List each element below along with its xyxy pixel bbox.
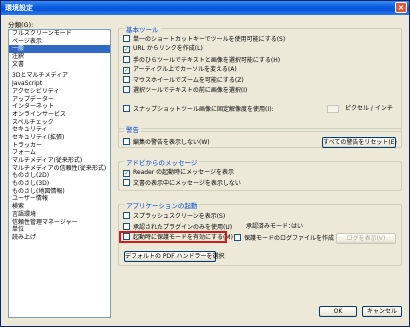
checkbox-icon[interactable] [123,179,130,186]
checkbox-icon[interactable] [123,223,130,230]
option-checkbox[interactable]: 承認されたプラグインのみを使用(U) [123,223,232,231]
category-item[interactable]: セキュリティ(拡張) [9,134,110,142]
category-item[interactable]: 注釈 [9,53,110,61]
option-label: アーティクル上でカーソルを変える(A) [133,66,237,73]
checkmark-icon[interactable]: ✓ [123,170,130,177]
approved-mode-value: はい [291,223,304,230]
category-item[interactable]: 言語環境 [9,211,110,219]
checkbox-icon[interactable] [123,105,130,112]
option-checkbox[interactable]: ✓ Reader の起動時にメッセージを表示 [123,169,234,177]
category-item[interactable]: 3Dとマルチメディア [9,72,110,80]
title-bar: 環境設定 × [1,1,409,15]
option-checkbox[interactable]: 文書の表示中にメッセージを表示しない [123,179,241,187]
category-item[interactable]: 信頼性管理マネージャー [9,219,110,227]
ok-button[interactable]: OK [319,306,357,317]
checkmark-icon[interactable]: ✓ [123,67,130,74]
messages-title: アドビからのメッセージ [124,157,200,167]
default-pdf-handler-button[interactable]: デフォルトの PDF ハンドラーを選択 [124,251,225,262]
checkbox-icon[interactable] [123,86,130,93]
option-label: Reader の起動時にメッセージを表示 [133,169,235,176]
category-item[interactable]: 検索 [9,203,110,211]
app-startup-title: アプリケーションの起動 [124,200,200,210]
category-item[interactable]: 一般 [9,45,110,54]
resolution-unit: ピクセル / インチ [345,105,393,112]
option-checkbox[interactable]: マウスホイールでズームを可能にする(Z) [123,76,244,84]
option-label: 単一のショートカットキーでツールを使用可能にする(S) [133,36,286,43]
checkbox-icon[interactable] [123,35,130,42]
checkbox-icon[interactable] [123,56,130,63]
resolution-input[interactable] [327,105,339,113]
category-item[interactable]: マルチメディア(従来形式) [9,157,110,165]
checkbox-icon[interactable] [123,212,130,219]
category-item[interactable]: アクセシビリティ [9,88,110,96]
approved-mode-label: 承認済みモード： [246,223,295,230]
category-item[interactable]: 単位 [9,226,110,234]
option-checkbox[interactable]: 選択ツールでテキストの前に画像を選択(I) [123,86,247,94]
basic-tools-title: 基本ツール [124,24,161,34]
option-checkbox[interactable]: 単一のショートカットキーでツールを使用可能にする(S) [123,35,285,43]
option-checkbox[interactable]: ✓ アーティクル上でカーソルを変える(A) [123,66,237,74]
option-label: スプラッシュスクリーンを表示(S) [133,213,226,220]
option-label: スナップショットツール画像に固定解像度を使用(I): [133,106,274,113]
preferences-window: 環境設定 × 分類(G): フルスクリーンモード ページ表示 一般 注釈 文書 3Dとマル… [0,0,410,327]
category-item[interactable]: フルスクリーンモード [9,30,110,38]
categories-list[interactable]: フルスクリーンモード ページ表示 一般 注釈 文書 3Dとマルチメディア JavaScrip… [8,29,111,318]
category-item[interactable]: JavaScript [9,80,110,88]
category-item[interactable]: フォーム [9,149,110,157]
option-checkbox[interactable]: 編集の警告を表示しない(W) [123,138,210,146]
option-label: 選択ツールでテキストの前に画像を選択(I) [133,87,248,94]
option-label: 承認されたプラグインのみを使用(U) [133,224,233,231]
checkbox-icon[interactable] [123,138,130,145]
category-item[interactable]: ユーザー情報 [9,195,110,203]
option-label: 編集の警告を表示しない(W) [133,139,210,146]
category-item[interactable]: ページ表示 [9,38,110,46]
option-label: 文書の表示中にメッセージを表示しない [133,180,241,187]
close-icon[interactable]: × [395,2,407,13]
option-checkbox[interactable]: 手のひらツールでテキストと画像を選択可能にする(H) [123,56,280,64]
checkbox-icon[interactable] [234,234,241,241]
categories-label: 分類(G): [8,21,34,29]
category-item[interactable]: オンラインサービス [9,111,110,119]
option-checkbox[interactable]: スプラッシュスクリーンを表示(S) [123,212,225,220]
category-item[interactable]: ものさし(2D) [9,172,110,180]
reset-warnings-button[interactable]: すべての警告をリセット(E) [322,137,397,148]
category-item[interactable]: 読み上げ [9,234,110,242]
category-item[interactable]: ものさし(3D) [9,180,110,188]
show-log-button[interactable]: ログを表示(V) [336,233,396,244]
window-title: 環境設定 [5,4,33,12]
protected-log-checkbox[interactable]: 保護モードのログファイルを作成 [234,234,334,242]
option-label: マウスホイールでズームを可能にする(Z) [133,77,244,84]
category-item[interactable]: インターネット [9,103,110,111]
category-item[interactable]: トラッカー [9,142,110,150]
category-item[interactable]: セキュリティ [9,126,110,134]
warnings-title: 警告 [124,124,141,134]
category-item[interactable]: 文書 [9,61,110,69]
highlight-frame [119,231,227,243]
option-checkbox[interactable]: ✓ URL からリンクを作成(L) [123,45,203,53]
option-label: 手のひらツールでテキストと画像を選択可能にする(H) [133,57,281,64]
resolution-field[interactable] [327,105,339,113]
category-item[interactable]: マルチメディアの信頼性(従来形式) [9,165,110,173]
category-item[interactable]: スペルチェック [9,119,110,127]
checkbox-icon[interactable] [123,76,130,83]
cancel-button[interactable]: キャンセル [362,306,402,317]
option-label: URL からリンクを作成(L) [133,45,203,52]
checkmark-icon[interactable]: ✓ [123,46,130,53]
option-checkbox[interactable]: スナップショットツール画像に固定解像度を使用(I): [123,105,273,113]
protected-log-label: 保護モードのログファイルを作成 [244,235,335,242]
